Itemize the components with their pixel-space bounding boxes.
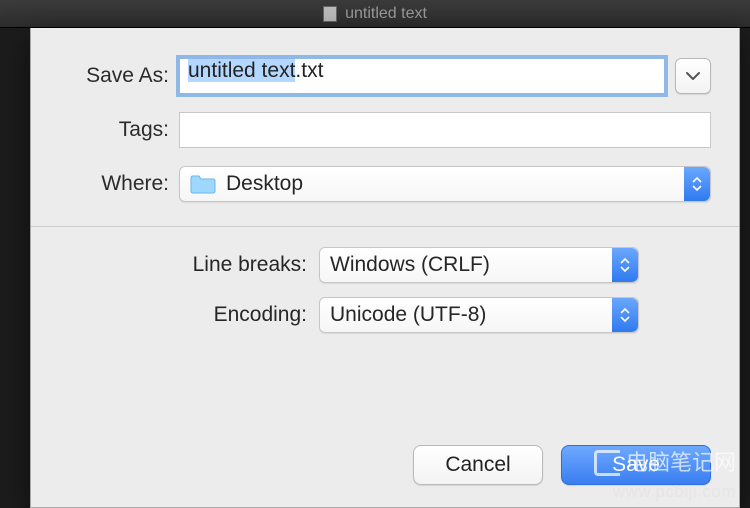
- where-value: Desktop: [226, 172, 303, 196]
- expand-browser-button[interactable]: [675, 58, 711, 94]
- filename-input[interactable]: untitled text.txt: [179, 58, 665, 94]
- save-as-row: Save As: untitled text.txt: [59, 58, 711, 94]
- save-button-label: Save: [612, 453, 660, 477]
- document-icon: [323, 6, 337, 22]
- popup-stepper-icon: [612, 248, 638, 282]
- encoding-value: Unicode (UTF-8): [330, 303, 486, 327]
- filename-extension: .txt: [295, 59, 323, 82]
- window-titlebar: untitled text: [0, 0, 750, 28]
- where-popup[interactable]: Desktop: [179, 166, 711, 202]
- save-as-label: Save As:: [59, 64, 179, 88]
- options-grid: Line breaks: Windows (CRLF) Encoding: Un…: [59, 247, 711, 333]
- button-row: Cancel Save: [59, 445, 711, 497]
- where-label: Where:: [59, 172, 179, 196]
- where-row: Where: Desktop: [59, 166, 711, 202]
- popup-stepper-icon: [612, 298, 638, 332]
- save-sheet: Save As: untitled text.txt Tags: Where: …: [30, 28, 740, 508]
- window-title: untitled text: [345, 5, 427, 23]
- save-button[interactable]: Save: [561, 445, 711, 485]
- cancel-button-label: Cancel: [445, 453, 510, 477]
- filename-selected-text: untitled text: [188, 59, 295, 82]
- folder-icon: [190, 174, 216, 194]
- cancel-button[interactable]: Cancel: [413, 445, 543, 485]
- tags-row: Tags:: [59, 112, 711, 148]
- encoding-popup[interactable]: Unicode (UTF-8): [319, 297, 639, 333]
- popup-stepper-icon: [684, 167, 710, 201]
- separator: [31, 226, 739, 227]
- line-breaks-popup[interactable]: Windows (CRLF): [319, 247, 639, 283]
- line-breaks-value: Windows (CRLF): [330, 253, 490, 277]
- line-breaks-label: Line breaks:: [59, 253, 319, 277]
- chevron-down-icon: [686, 71, 700, 81]
- tags-input[interactable]: [179, 112, 711, 148]
- encoding-label: Encoding:: [59, 303, 319, 327]
- tags-label: Tags:: [59, 118, 179, 142]
